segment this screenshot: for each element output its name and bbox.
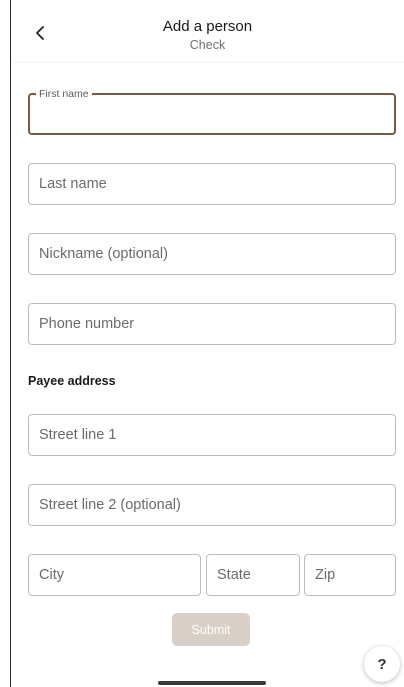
state-field[interactable]: State <box>206 554 300 596</box>
street-line-1-placeholder: Street line 1 <box>39 427 117 443</box>
help-button[interactable]: ? <box>364 646 400 682</box>
city-field[interactable]: City <box>28 554 201 596</box>
nickname-field[interactable]: Nickname (optional) <box>28 233 396 275</box>
page-subtitle: Check <box>189 38 226 52</box>
street-line-2-placeholder: Street line 2 (optional) <box>39 497 181 513</box>
last-name-field[interactable]: Last name <box>28 163 396 205</box>
last-name-placeholder: Last name <box>39 176 107 192</box>
first-name-label: First name <box>36 87 92 101</box>
state-placeholder: State <box>217 567 251 583</box>
question-mark-icon: ? <box>377 655 387 673</box>
header: Add a person Check <box>11 0 404 63</box>
first-name-field[interactable]: First name <box>28 87 396 135</box>
city-placeholder: City <box>39 567 64 583</box>
home-indicator <box>158 681 266 685</box>
nickname-placeholder: Nickname (optional) <box>39 246 168 262</box>
phone-number-placeholder: Phone number <box>39 316 135 332</box>
zip-placeholder: Zip <box>315 567 336 583</box>
street-line-2-field[interactable]: Street line 2 (optional) <box>28 484 396 526</box>
street-line-1-field[interactable]: Street line 1 <box>28 414 396 456</box>
payee-address-heading: Payee address <box>28 374 116 388</box>
page-title: Add a person <box>162 18 253 35</box>
zip-field[interactable]: Zip <box>304 554 396 596</box>
submit-button[interactable]: Submit <box>172 613 250 646</box>
phone-number-field[interactable]: Phone number <box>28 303 396 345</box>
